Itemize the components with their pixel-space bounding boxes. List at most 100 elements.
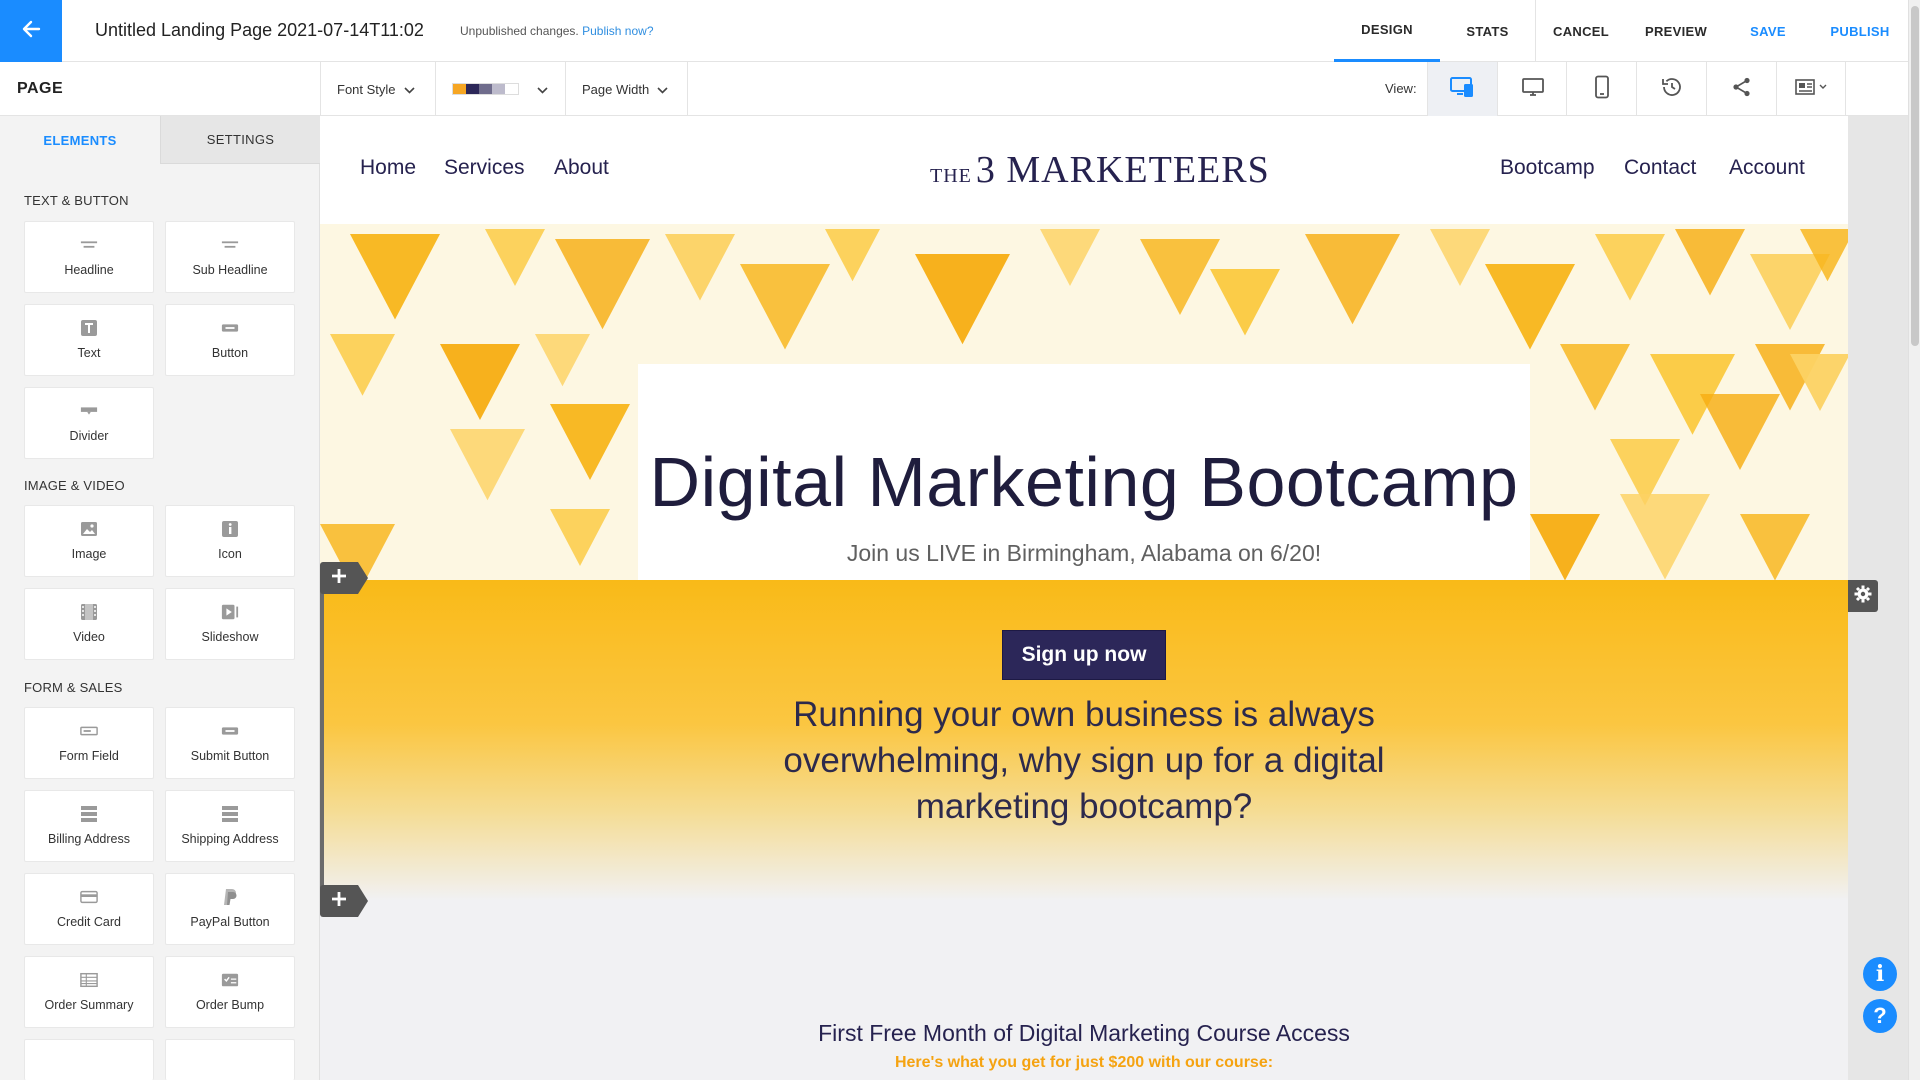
element-paypal-button[interactable]: PayPal Button [165, 873, 295, 945]
publish-now-link[interactable]: Publish now? [582, 24, 653, 38]
credit-card-icon [80, 889, 98, 905]
page-width-dropdown[interactable]: Page Width [565, 62, 688, 116]
sign-up-button[interactable]: Sign up now [1002, 630, 1166, 680]
pattern-triangle [1700, 394, 1780, 470]
plus-icon [330, 567, 348, 590]
cta-section[interactable]: Sign up now Running your own business is… [320, 580, 1848, 900]
pattern-triangle [915, 254, 1010, 345]
layout-options-button[interactable] [1776, 62, 1846, 116]
chevron-down-icon [537, 82, 548, 97]
element-button[interactable]: Button [165, 304, 295, 376]
logo-main: 3 MARKETEERS [975, 149, 1270, 191]
pattern-triangle [440, 344, 520, 420]
features-title[interactable]: First Free Month of Digital Marketing Co… [320, 1020, 1848, 1047]
element-label: Icon [218, 547, 242, 561]
element-video[interactable]: Video [24, 588, 154, 660]
group-label-form-sales: FORM & SALES [24, 680, 123, 695]
site-nav-services[interactable]: Services [444, 156, 525, 180]
hero-section[interactable]: Digital Marketing Bootcamp Join us LIVE … [320, 224, 1848, 580]
pattern-triangle [535, 334, 590, 387]
site-logo[interactable]: THE 3 MARKETEERS [930, 148, 1270, 192]
save-button[interactable]: SAVE [1726, 0, 1810, 62]
scrollbar[interactable] [1908, 0, 1920, 1080]
pattern-triangle [550, 404, 630, 480]
help-button[interactable]: ? [1863, 999, 1897, 1033]
gear-icon [1853, 584, 1873, 609]
desktop-monitor-icon [1521, 77, 1545, 102]
add-section-button[interactable] [320, 885, 368, 917]
pattern-triangle [350, 234, 440, 320]
section-settings-button[interactable] [1848, 580, 1878, 612]
preview-button[interactable]: PREVIEW [1626, 0, 1726, 62]
site-nav-bootcamp[interactable]: Bootcamp [1500, 156, 1595, 180]
element-more-partial[interactable] [165, 1039, 295, 1080]
element-text[interactable]: Text [24, 304, 154, 376]
element-submit-button[interactable]: Submit Button [165, 707, 295, 779]
tab-design[interactable]: DESIGN [1334, 0, 1440, 62]
hero-subheadline[interactable]: Join us LIVE in Birmingham, Alabama on 6… [638, 540, 1530, 567]
site-nav-about[interactable]: About [554, 156, 609, 180]
cta-paragraph[interactable]: Running your own business is always over… [734, 692, 1434, 830]
site-nav-account[interactable]: Account [1729, 156, 1805, 180]
table-icon [80, 972, 98, 988]
element-order-bump[interactable]: Order Bump [165, 956, 295, 1028]
publish-button[interactable]: PUBLISH [1810, 0, 1910, 62]
element-label: Video [73, 630, 105, 644]
element-image[interactable]: Image [24, 505, 154, 577]
element-label: Slideshow [201, 630, 259, 644]
features-subtitle[interactable]: Here's what you get for just $200 with o… [320, 1054, 1848, 1072]
features-section[interactable] [320, 900, 1848, 1080]
tab-elements[interactable]: ELEMENTS [0, 116, 160, 164]
view-mobile-button[interactable] [1566, 62, 1636, 116]
pattern-triangle [1530, 514, 1600, 580]
element-label: Order Summary [44, 998, 134, 1012]
plus-icon [330, 890, 348, 913]
font-style-dropdown[interactable]: Font Style [320, 62, 435, 116]
element-form-field[interactable]: Form Field [24, 707, 154, 779]
element-divider[interactable]: Divider [24, 387, 154, 459]
element-more-partial[interactable] [24, 1039, 154, 1080]
page-label: PAGE [17, 80, 64, 97]
pattern-triangle [1430, 229, 1490, 286]
element-shipping-address[interactable]: Shipping Address [165, 790, 295, 862]
checklist-icon [221, 972, 239, 988]
element-headline[interactable]: Headline [24, 221, 154, 293]
element-billing-address[interactable]: Billing Address [24, 790, 154, 862]
color-palette-dropdown[interactable] [435, 62, 565, 116]
image-icon [80, 521, 98, 537]
scrollbar-thumb[interactable] [1911, 6, 1919, 346]
element-slideshow[interactable]: Slideshow [165, 588, 295, 660]
element-credit-card[interactable]: Credit Card [24, 873, 154, 945]
share-button[interactable] [1706, 62, 1776, 116]
site-nav-home[interactable]: Home [360, 156, 416, 180]
page-title[interactable]: Untitled Landing Page 2021-07-14T11:02 [95, 20, 424, 41]
logo-the: THE [930, 165, 972, 187]
element-label: Headline [64, 263, 114, 277]
add-section-button[interactable] [320, 562, 368, 594]
pattern-triangle [1210, 269, 1280, 336]
view-responsive-button[interactable] [1427, 62, 1497, 116]
element-icon[interactable]: Icon [165, 505, 295, 577]
text-icon [80, 320, 98, 336]
history-button[interactable] [1636, 62, 1706, 116]
help-question-icon: ? [1873, 1003, 1887, 1028]
site-nav-contact[interactable]: Contact [1624, 156, 1696, 180]
info-button[interactable]: i [1863, 957, 1897, 991]
element-label: PayPal Button [190, 915, 270, 929]
tab-stats[interactable]: STATS [1440, 0, 1535, 62]
element-label: Text [77, 346, 101, 360]
swatch-yellow [453, 84, 466, 94]
color-swatches [452, 83, 519, 95]
element-sub-headline[interactable]: Sub Headline [165, 221, 295, 293]
cancel-button[interactable]: CANCEL [1536, 0, 1626, 62]
elements-panel: ELEMENTS SETTINGS TEXT & BUTTON Headline… [0, 116, 320, 1080]
view-desktop-button[interactable] [1497, 62, 1567, 116]
element-label: Order Bump [195, 998, 265, 1012]
back-button[interactable] [0, 0, 62, 62]
swatch-light-gray [492, 84, 505, 94]
page-width-label: Page Width [582, 81, 650, 97]
pattern-triangle [1040, 229, 1100, 286]
element-order-summary[interactable]: Order Summary [24, 956, 154, 1028]
hero-headline[interactable]: Digital Marketing Bootcamp [638, 442, 1530, 522]
tab-settings[interactable]: SETTINGS [160, 116, 320, 164]
